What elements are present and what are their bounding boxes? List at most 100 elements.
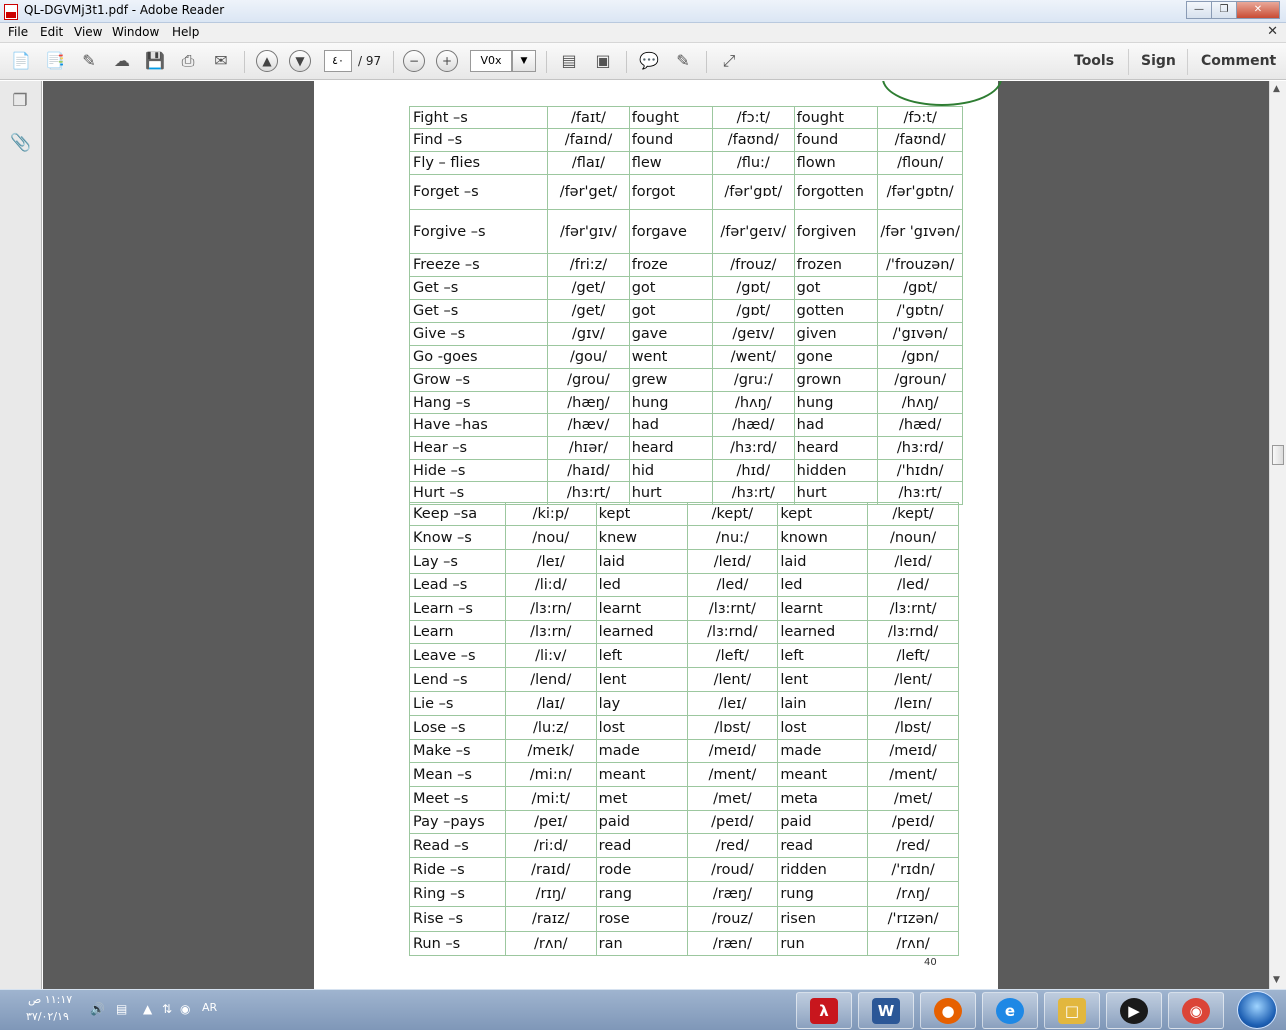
verb-row: Leave –s/li:v/left/left/left/left/ [409, 643, 959, 668]
menu-window[interactable]: Window [112, 25, 159, 39]
past-simple: laid [595, 549, 688, 574]
attachments-icon[interactable]: 📎 [10, 133, 31, 155]
past-pronunciation: /rouz/ [686, 906, 779, 932]
save-icon[interactable]: 💾 [144, 50, 166, 72]
verb-row: Get –s/get/got/gɒt/gotten/'gɒtn/ [408, 299, 963, 323]
taskbar-file-explorer[interactable]: □ [1044, 992, 1100, 1029]
past-pronunciation: /lɒst/ [686, 715, 779, 740]
past-participle: hidden [793, 459, 879, 482]
past-participle: rung [777, 881, 869, 907]
menu-view[interactable]: View [74, 25, 102, 39]
page-number: 40 [924, 957, 937, 968]
base-pronunciation: /get/ [547, 276, 630, 300]
past-pronunciation: /leɪ/ [686, 691, 779, 716]
language-globe-icon[interactable]: ◉ [180, 1002, 190, 1016]
past-pronunciation: /roud/ [686, 857, 779, 882]
zoom-input[interactable]: V0x [470, 50, 512, 72]
past-simple: got [628, 299, 713, 323]
taskbar-chrome[interactable]: ◉ [1168, 992, 1224, 1029]
pdf-file-icon [4, 4, 18, 20]
verb-base: Hang –s [408, 391, 549, 414]
input-language[interactable]: AR [202, 1001, 217, 1014]
taskbar-internet-explorer[interactable]: e [982, 992, 1038, 1029]
page-number-input[interactable]: ٤٠ [324, 50, 352, 72]
close-button[interactable]: ✕ [1236, 1, 1280, 19]
verb-row: Lend –s/lend/lent/lent/lent/lent/ [409, 667, 959, 692]
past-participle: known [777, 525, 869, 550]
base-pronunciation: /gou/ [547, 345, 630, 369]
start-button[interactable] [1237, 991, 1277, 1029]
minimize-button[interactable]: — [1186, 1, 1212, 19]
base-pronunciation: /grou/ [547, 368, 630, 392]
create-pdf-icon[interactable]: 📄 [10, 50, 32, 72]
network-icon[interactable]: ▤ [116, 1002, 127, 1016]
folder-icon: □ [1058, 998, 1086, 1024]
edit-pdf-icon[interactable]: ✎ [78, 50, 100, 72]
past-simple: froze [628, 253, 713, 277]
verb-row: Meet –s/mi:t/met/met/meta/met/ [409, 786, 959, 811]
verb-base: Know –s [409, 525, 506, 550]
past-simple: meant [595, 762, 688, 787]
export-pdf-icon[interactable]: 📑 [44, 50, 66, 72]
fit-width-icon[interactable]: ▤ [558, 50, 580, 72]
toolbar: 📄 📑 ✎ ☁ 💾 ⎙ ✉ ▲ ▼ ٤٠ / 97 − + V0x ▼ ▤ ▣ … [0, 43, 1286, 80]
clock-time[interactable]: ١١:١٧ ص [28, 993, 72, 1006]
past-participle: gotten [793, 299, 879, 323]
zoom-dropdown-icon[interactable]: ▼ [512, 50, 536, 72]
participle-pronunciation: /rʌn/ [867, 931, 959, 956]
past-pronunciation: /met/ [686, 786, 779, 811]
past-simple: gave [628, 322, 713, 346]
past-participle: gone [793, 345, 879, 369]
participle-pronunciation: /ment/ [867, 762, 959, 787]
full-screen-icon[interactable]: ⤢ [718, 50, 740, 72]
verb-row: Learn/lɜ:rn/learned/lɜ:rnd/learned/lɜ:rn… [409, 620, 959, 644]
vertical-scrollbar[interactable]: ▲ ▼ [1269, 81, 1286, 989]
scroll-down-icon[interactable]: ▼ [1273, 975, 1280, 985]
next-page-icon[interactable]: ▼ [289, 50, 311, 72]
taskbar-firefox[interactable]: ● [920, 992, 976, 1029]
past-participle: laid [777, 549, 869, 574]
clock-date[interactable]: ٣٧/٠٢/١٩ [26, 1010, 69, 1023]
comment-link[interactable]: Comment [1201, 53, 1276, 69]
verb-row: Rise –s/raɪz/rose/rouz/risen/'rɪzən/ [409, 906, 959, 932]
past-participle: lent [777, 667, 869, 692]
comment-bubble-icon[interactable]: 💬 [638, 50, 660, 72]
tools-link[interactable]: Tools [1074, 53, 1114, 69]
zoom-in-icon[interactable]: + [436, 50, 458, 72]
highlight-icon[interactable]: ✎ [672, 50, 694, 72]
email-icon[interactable]: ✉ [210, 50, 232, 72]
word-icon: W [872, 998, 900, 1024]
base-pronunciation: /mi:t/ [504, 786, 597, 811]
scroll-thumb[interactable] [1272, 445, 1284, 465]
show-hidden-icons-icon[interactable]: ▲ [143, 1002, 152, 1016]
cloud-upload-icon[interactable]: ☁ [111, 50, 133, 72]
verb-base: Grow –s [408, 368, 549, 392]
verb-row: Hear –s/hɪər/heard/hɜ:rd/heard/hɜ:rd/ [408, 436, 963, 460]
verb-row: Run –s/rʌn/ran/ræn/run/rʌn/ [409, 931, 959, 956]
restore-button[interactable]: ❐ [1211, 1, 1237, 19]
print-icon[interactable]: ⎙ [177, 50, 199, 72]
base-pronunciation: /rɪŋ/ [504, 881, 597, 907]
taskbar-adobe-reader[interactable]: λ [796, 992, 852, 1029]
close-document-icon[interactable]: ✕ [1267, 24, 1278, 39]
past-pronunciation: /fər'geɪv/ [711, 209, 795, 254]
menu-help[interactable]: Help [172, 25, 199, 39]
usb-icon[interactable]: ⇅ [162, 1002, 172, 1016]
fit-page-icon[interactable]: ▣ [592, 50, 614, 72]
participle-pronunciation: /hʌŋ/ [877, 391, 963, 414]
sign-link[interactable]: Sign [1141, 53, 1176, 69]
taskbar-media-player[interactable]: ▶ [1106, 992, 1162, 1029]
past-pronunciation: /frouz/ [711, 253, 795, 277]
zoom-out-icon[interactable]: − [403, 50, 425, 72]
menu-edit[interactable]: Edit [40, 25, 63, 39]
page-thumbnails-icon[interactable]: ❐ [10, 91, 30, 113]
past-pronunciation: /went/ [711, 345, 795, 369]
past-pronunciation: /nu:/ [686, 525, 779, 550]
past-pronunciation: /leɪd/ [686, 549, 779, 574]
volume-icon[interactable]: 🔊 [90, 1002, 105, 1016]
scroll-up-icon[interactable]: ▲ [1273, 84, 1280, 94]
previous-page-icon[interactable]: ▲ [256, 50, 278, 72]
menu-file[interactable]: File [8, 25, 28, 39]
taskbar-word[interactable]: W [858, 992, 914, 1029]
participle-pronunciation: /floun/ [877, 151, 963, 175]
